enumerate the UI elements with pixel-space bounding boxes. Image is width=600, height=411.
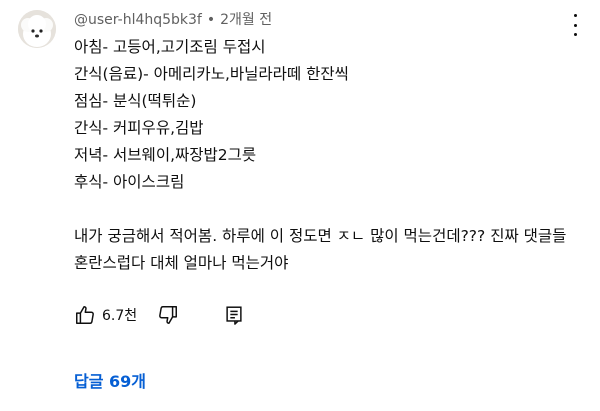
thumb-up-icon[interactable]	[74, 304, 96, 326]
comment-line: 아침- 고등어,고기조림 두접시	[74, 38, 266, 56]
comment-header: @user-hl4hq5bk3f • 2개월 전	[74, 9, 272, 29]
timestamp: 2개월 전	[220, 12, 273, 28]
comment-line: 간식(음료)- 아메리카노,바닐라라떼 한잔씩	[74, 65, 349, 83]
separator-dot: •	[206, 12, 216, 28]
comment-line: 저녁- 서브웨이,짜장밥2그릇	[74, 146, 257, 164]
comment-actions: 6.7천	[74, 303, 245, 327]
thumb-down-icon[interactable]	[157, 304, 179, 326]
username[interactable]: @user-hl4hq5bk3f	[74, 12, 202, 28]
comment-line: 후식- 아이스크림	[74, 173, 185, 191]
reply-icon[interactable]	[223, 304, 245, 326]
comment-paragraph: 내가 궁금해서 적어봄. 하루에 이 정도면 ㅈㄴ 많이 먹는건데??? 진짜 …	[74, 227, 567, 272]
comment-body: 아침- 고등어,고기조림 두접시 간식(음료)- 아메리카노,바닐라라떼 한잔씩…	[74, 34, 579, 277]
more-options-icon[interactable]	[568, 14, 582, 36]
comment-line: 점심- 분식(떡튀순)	[74, 92, 197, 110]
dot	[573, 14, 577, 17]
like-count: 6.7천	[102, 308, 138, 324]
dot	[573, 23, 577, 27]
avatar[interactable]	[18, 10, 56, 48]
dog-avatar-icon	[18, 10, 56, 48]
replies-button[interactable]: 답글 69개	[74, 368, 146, 392]
comment-line: 간식- 커피우유,김밥	[74, 119, 204, 137]
